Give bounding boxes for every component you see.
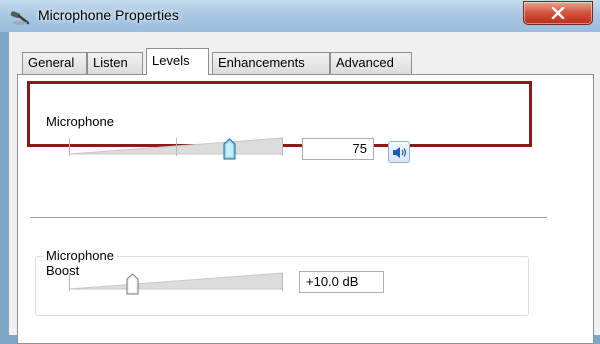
- tab-label: Advanced: [336, 55, 394, 70]
- microphone-level-field[interactable]: 75: [302, 138, 374, 160]
- microphone-boost-field[interactable]: +10.0 dB: [299, 271, 384, 293]
- tab-label: General: [28, 55, 75, 70]
- title-bar: Microphone Properties: [0, 0, 600, 32]
- tab-label: Enhancements: [218, 55, 305, 70]
- window-title: Microphone Properties: [38, 7, 179, 23]
- tab-enhancements[interactable]: Enhancements: [212, 52, 330, 74]
- tab-label: Listen: [93, 55, 128, 70]
- microphone-group-label: Microphone: [43, 114, 117, 129]
- slider-tick: [69, 138, 70, 156]
- tab-label: Levels: [152, 53, 190, 68]
- slider-thumb[interactable]: [126, 273, 139, 295]
- tab-listen[interactable]: Listen: [87, 52, 143, 74]
- tab-general[interactable]: General: [22, 52, 87, 74]
- slider-track: [69, 272, 283, 290]
- slider-tick: [282, 138, 283, 156]
- speaker-icon: [393, 147, 407, 158]
- microphone-mute-button[interactable]: [388, 141, 410, 163]
- slider-thumb[interactable]: [223, 138, 236, 160]
- tab-levels[interactable]: Levels: [146, 48, 209, 75]
- microphone-boost-slider[interactable]: [69, 269, 283, 295]
- slider-tick: [282, 273, 283, 291]
- tab-advanced[interactable]: Advanced: [330, 52, 412, 74]
- microphone-icon: [10, 8, 30, 26]
- close-button[interactable]: [523, 1, 593, 25]
- section-separator: [30, 217, 547, 218]
- slider-tick: [176, 138, 177, 156]
- close-icon: [551, 7, 565, 19]
- slider-tick: [69, 273, 70, 291]
- microphone-level-slider[interactable]: [69, 134, 283, 160]
